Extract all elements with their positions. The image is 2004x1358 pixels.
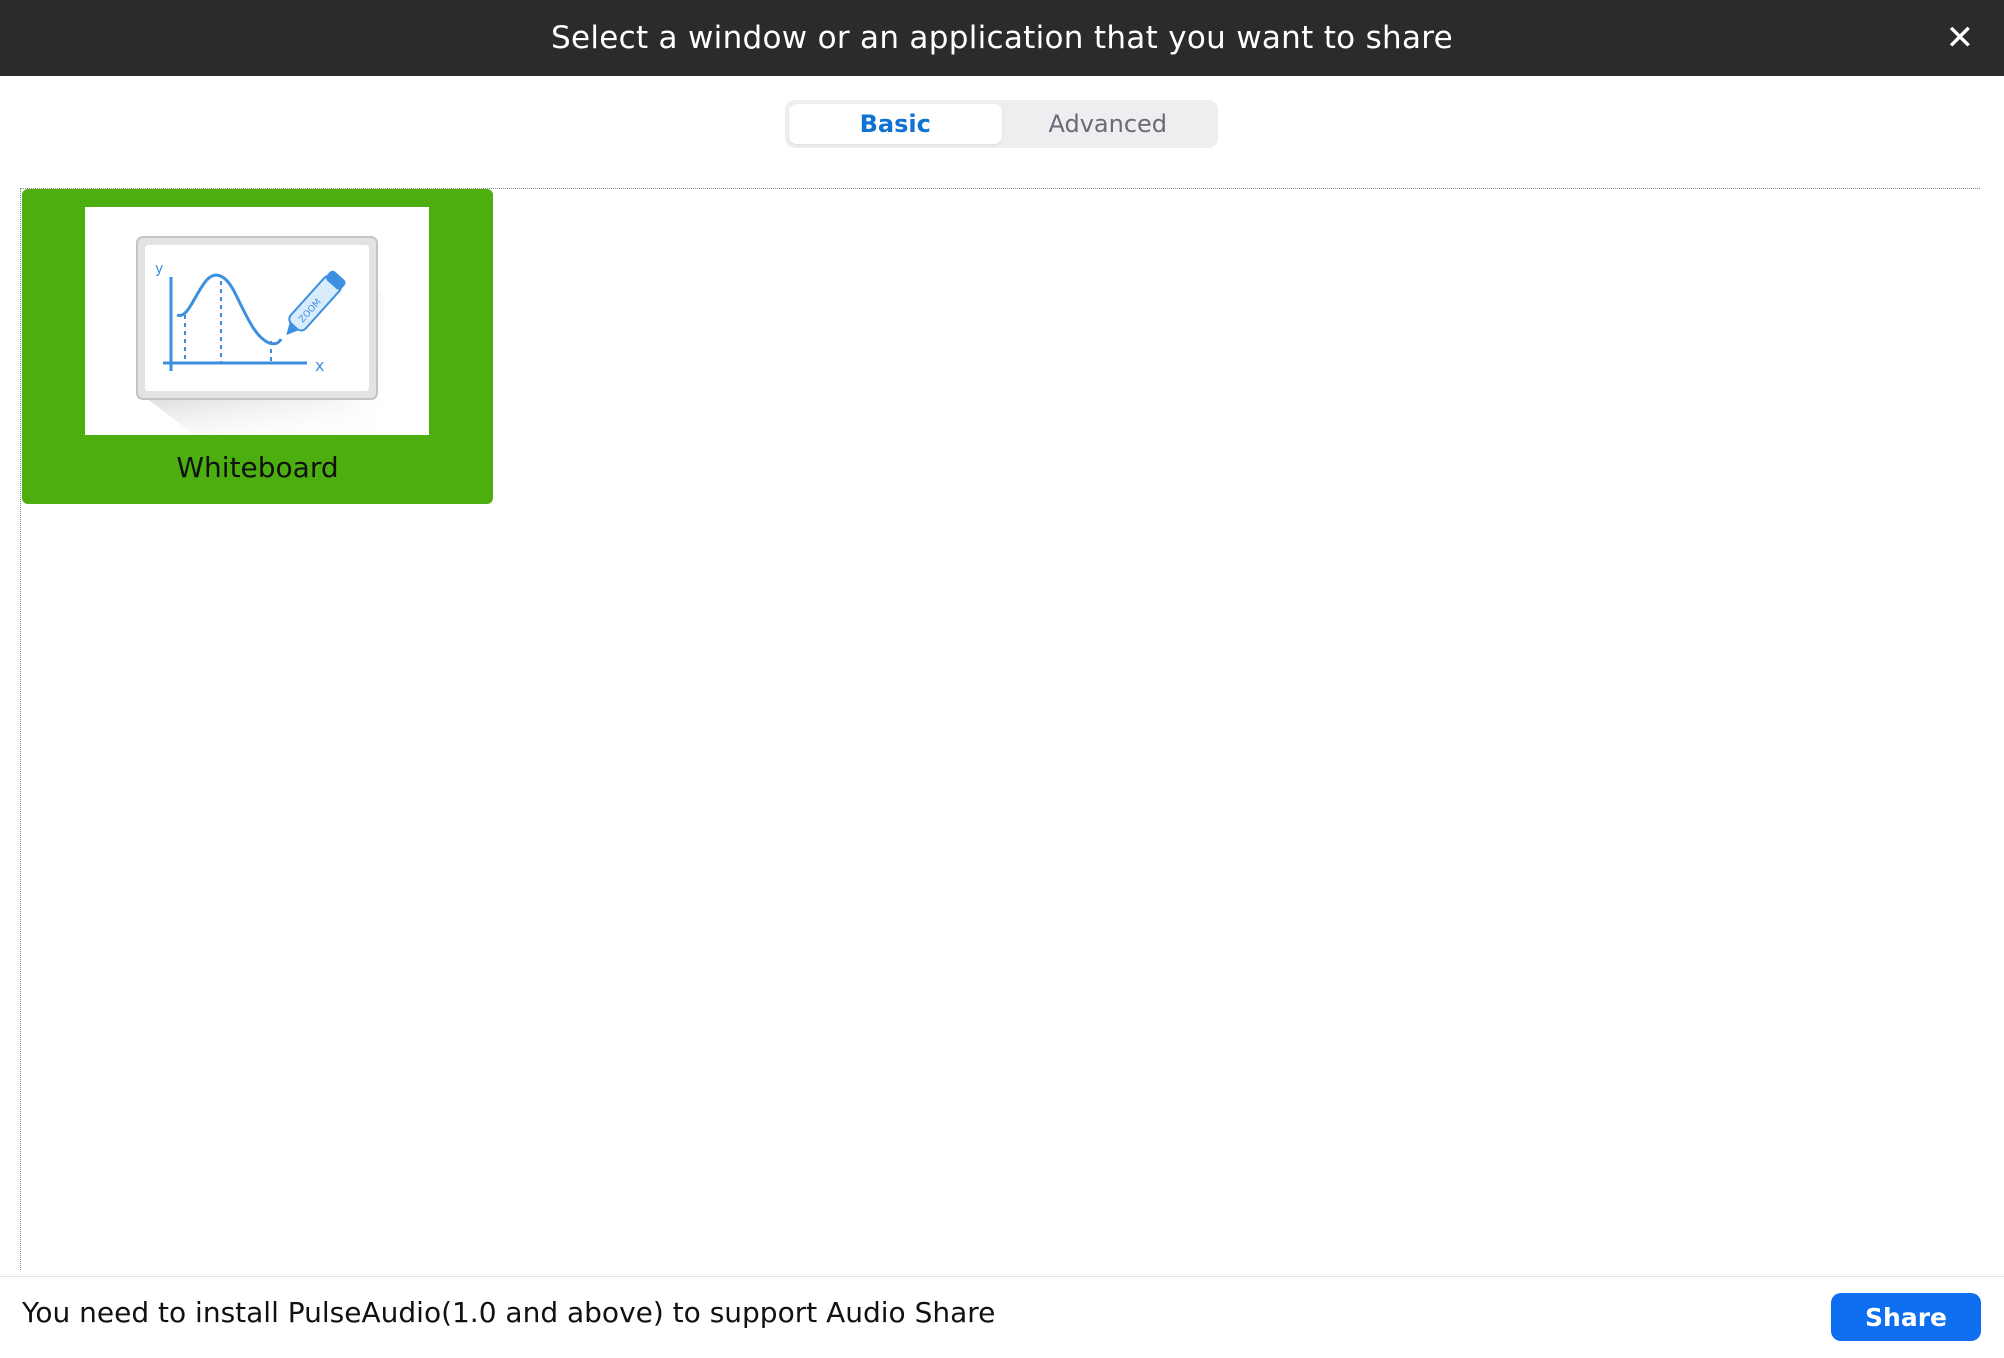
tab-basic[interactable]: Basic	[789, 104, 1002, 144]
whiteboard-thumbnail: y x ZOOM	[85, 207, 429, 435]
tab-advanced[interactable]: Advanced	[1002, 104, 1215, 144]
pulseaudio-notice: You need to install PulseAudio(1.0 and a…	[22, 1296, 996, 1329]
share-items-area: y x ZOOM Whiteboard	[20, 188, 1980, 1270]
chart-axis-y-label: y	[155, 261, 163, 277]
whiteboard-chart-icon: y x ZOOM	[136, 236, 385, 435]
share-item-label: Whiteboard	[176, 451, 339, 484]
close-icon[interactable]: ✕	[1940, 18, 1980, 58]
share-item-whiteboard[interactable]: y x ZOOM Whiteboard	[22, 189, 493, 504]
dialog-title: Select a window or an application that y…	[550, 20, 1454, 56]
footer-divider	[0, 1276, 2004, 1277]
mode-tab-switch: Basic Advanced	[785, 100, 1218, 148]
chart-axis-x-label: x	[315, 356, 324, 375]
title-bar: Select a window or an application that y…	[0, 0, 2004, 76]
share-button[interactable]: Share	[1831, 1293, 1981, 1341]
